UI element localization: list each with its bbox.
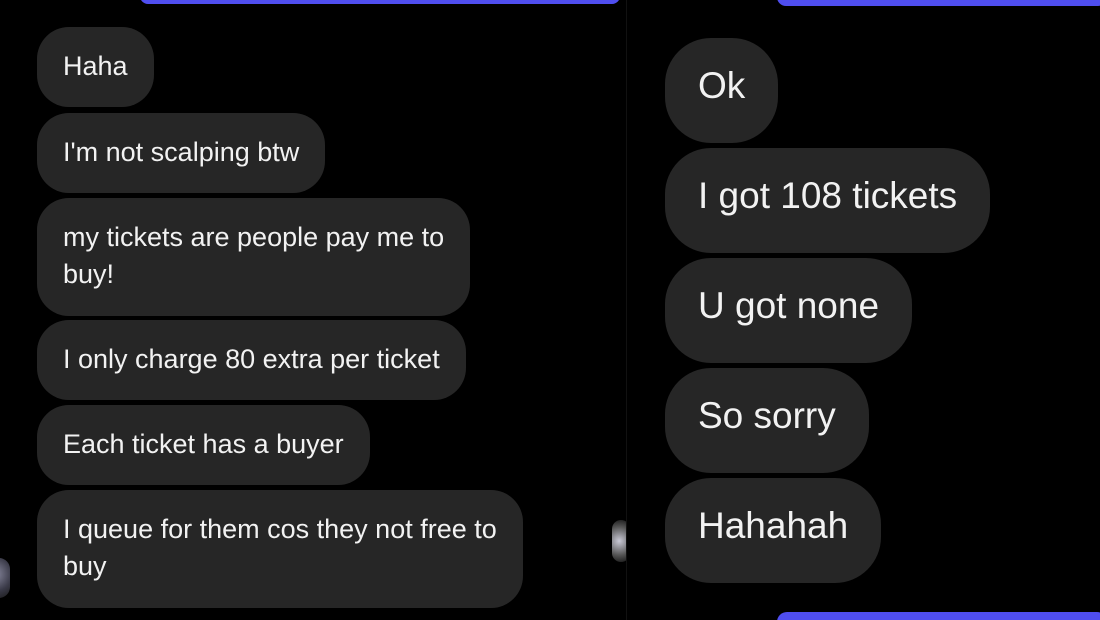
sent-message-bubble-partial[interactable]: [777, 0, 1100, 6]
received-message-bubble[interactable]: I got 108 tickets: [665, 148, 991, 253]
received-message-bubble[interactable]: I only charge 80 extra per ticket: [37, 320, 466, 400]
received-message-bubble[interactable]: Haha: [37, 27, 154, 107]
received-message-bubble[interactable]: U got none: [665, 258, 913, 363]
received-message-bubble[interactable]: my tickets are people pay me to buy!: [37, 198, 471, 316]
avatar[interactable]: [612, 520, 626, 562]
sent-message-bubble-partial[interactable]: [777, 612, 1100, 620]
chat-panel-right: Ok I got 108 tickets U got none So sorry…: [627, 0, 1100, 620]
received-message-bubble[interactable]: Ok: [665, 38, 779, 143]
received-message-bubble[interactable]: I'm not scalping btw: [37, 113, 326, 193]
received-message-bubble[interactable]: I queue for them cos they not free to bu…: [37, 490, 523, 608]
chat-panel-left: Haha I'm not scalping btw my tickets are…: [0, 0, 626, 620]
received-message-bubble[interactable]: Hahahah: [665, 478, 882, 583]
received-message-bubble[interactable]: So sorry: [665, 368, 869, 473]
received-message-bubble[interactable]: Each ticket has a buyer: [37, 405, 370, 485]
sent-message-bubble-partial[interactable]: [140, 0, 620, 4]
avatar[interactable]: [0, 558, 10, 598]
